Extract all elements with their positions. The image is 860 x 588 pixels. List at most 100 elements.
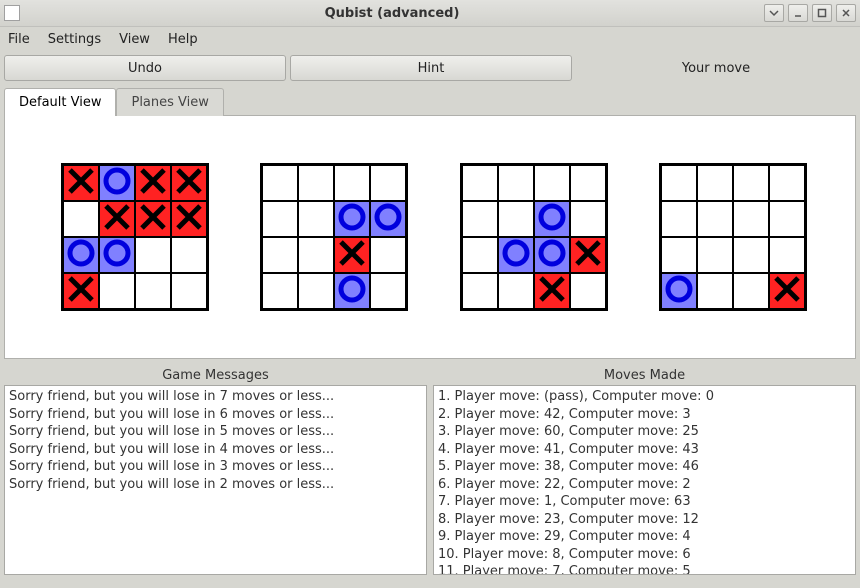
cell-0-0-2[interactable] xyxy=(135,165,171,201)
cell-2-3-0[interactable] xyxy=(462,273,498,309)
cell-1-1-2[interactable] xyxy=(334,201,370,237)
cell-0-0-0[interactable] xyxy=(63,165,99,201)
cell-3-3-3[interactable] xyxy=(769,273,805,309)
move-row: 10. Player move: 8, Computer move: 6 xyxy=(438,546,851,564)
cell-3-1-3[interactable] xyxy=(769,201,805,237)
cell-1-3-2[interactable] xyxy=(334,273,370,309)
titlebar: Qubist (advanced) xyxy=(0,0,860,27)
cell-3-2-1[interactable] xyxy=(697,237,733,273)
move-row: 11. Player move: 7, Computer move: 5 xyxy=(438,563,851,575)
menu-view[interactable]: View xyxy=(119,32,150,47)
menubar: File Settings View Help xyxy=(0,27,860,52)
cell-3-0-1[interactable] xyxy=(697,165,733,201)
menu-file[interactable]: File xyxy=(8,32,30,47)
cell-1-1-3[interactable] xyxy=(370,201,406,237)
moves-list[interactable]: 1. Player move: (pass), Computer move: 0… xyxy=(433,385,856,575)
cell-2-2-0[interactable] xyxy=(462,237,498,273)
cell-2-1-0[interactable] xyxy=(462,201,498,237)
cell-0-0-3[interactable] xyxy=(171,165,207,201)
move-row: 5. Player move: 38, Computer move: 46 xyxy=(438,458,851,476)
cell-1-2-0[interactable] xyxy=(262,237,298,273)
cell-2-0-1[interactable] xyxy=(498,165,534,201)
cell-1-0-3[interactable] xyxy=(370,165,406,201)
message-row: Sorry friend, but you will lose in 4 mov… xyxy=(9,441,422,459)
window-minimize-icon[interactable] xyxy=(788,4,808,22)
messages-list[interactable]: Sorry friend, but you will lose in 7 mov… xyxy=(4,385,427,575)
cell-0-2-3[interactable] xyxy=(171,237,207,273)
cell-2-1-2[interactable] xyxy=(534,201,570,237)
cell-2-2-2[interactable] xyxy=(534,237,570,273)
cell-3-3-0[interactable] xyxy=(661,273,697,309)
cell-2-3-1[interactable] xyxy=(498,273,534,309)
cell-1-2-2[interactable] xyxy=(334,237,370,273)
menu-help[interactable]: Help xyxy=(168,32,198,47)
messages-panel: Game Messages Sorry friend, but you will… xyxy=(4,365,427,575)
cell-2-3-2[interactable] xyxy=(534,273,570,309)
cell-3-2-0[interactable] xyxy=(661,237,697,273)
moves-title: Moves Made xyxy=(433,365,856,385)
cell-3-0-3[interactable] xyxy=(769,165,805,201)
cell-3-2-3[interactable] xyxy=(769,237,805,273)
tab-planes-view[interactable]: Planes View xyxy=(116,88,223,116)
board-2 xyxy=(460,163,608,311)
message-row: Sorry friend, but you will lose in 3 mov… xyxy=(9,458,422,476)
cell-0-2-0[interactable] xyxy=(63,237,99,273)
message-row: Sorry friend, but you will lose in 2 mov… xyxy=(9,476,422,494)
cell-2-0-0[interactable] xyxy=(462,165,498,201)
cell-2-2-1[interactable] xyxy=(498,237,534,273)
move-row: 1. Player move: (pass), Computer move: 0 xyxy=(438,388,851,406)
cell-1-3-0[interactable] xyxy=(262,273,298,309)
hint-button[interactable]: Hint xyxy=(290,55,572,81)
cell-0-3-2[interactable] xyxy=(135,273,171,309)
window-close-icon[interactable] xyxy=(836,4,856,22)
cell-1-2-3[interactable] xyxy=(370,237,406,273)
cell-2-3-3[interactable] xyxy=(570,273,606,309)
cell-0-3-3[interactable] xyxy=(171,273,207,309)
cell-1-0-0[interactable] xyxy=(262,165,298,201)
move-row: 2. Player move: 42, Computer move: 3 xyxy=(438,406,851,424)
undo-button[interactable]: Undo xyxy=(4,55,286,81)
cell-3-1-0[interactable] xyxy=(661,201,697,237)
move-row: 6. Player move: 22, Computer move: 2 xyxy=(438,476,851,494)
tabs: Default View Planes View xyxy=(0,87,860,115)
move-row: 9. Player move: 29, Computer move: 4 xyxy=(438,528,851,546)
cell-2-0-2[interactable] xyxy=(534,165,570,201)
cell-2-1-3[interactable] xyxy=(570,201,606,237)
cell-0-1-0[interactable] xyxy=(63,201,99,237)
tab-default-view[interactable]: Default View xyxy=(4,88,116,116)
cell-1-0-1[interactable] xyxy=(298,165,334,201)
menu-settings[interactable]: Settings xyxy=(48,32,101,47)
cell-0-3-0[interactable] xyxy=(63,273,99,309)
cell-1-1-0[interactable] xyxy=(262,201,298,237)
cell-3-0-0[interactable] xyxy=(661,165,697,201)
cell-1-0-2[interactable] xyxy=(334,165,370,201)
cell-3-2-2[interactable] xyxy=(733,237,769,273)
window-down-icon[interactable] xyxy=(764,4,784,22)
moves-panel: Moves Made 1. Player move: (pass), Compu… xyxy=(433,365,856,575)
board-0 xyxy=(61,163,209,311)
cell-3-0-2[interactable] xyxy=(733,165,769,201)
cell-0-0-1[interactable] xyxy=(99,165,135,201)
cell-2-2-3[interactable] xyxy=(570,237,606,273)
cell-3-1-1[interactable] xyxy=(697,201,733,237)
cell-1-2-1[interactable] xyxy=(298,237,334,273)
messages-title: Game Messages xyxy=(4,365,427,385)
cell-3-1-2[interactable] xyxy=(733,201,769,237)
cell-3-3-1[interactable] xyxy=(697,273,733,309)
message-row: Sorry friend, but you will lose in 6 mov… xyxy=(9,406,422,424)
cell-0-2-1[interactable] xyxy=(99,237,135,273)
cell-0-1-3[interactable] xyxy=(171,201,207,237)
cell-0-1-1[interactable] xyxy=(99,201,135,237)
cell-3-3-2[interactable] xyxy=(733,273,769,309)
cell-2-0-3[interactable] xyxy=(570,165,606,201)
cell-1-3-1[interactable] xyxy=(298,273,334,309)
cell-0-1-2[interactable] xyxy=(135,201,171,237)
window-title: Qubist (advanced) xyxy=(26,6,758,21)
cell-0-3-1[interactable] xyxy=(99,273,135,309)
move-row: 3. Player move: 60, Computer move: 25 xyxy=(438,423,851,441)
cell-2-1-1[interactable] xyxy=(498,201,534,237)
window-maximize-icon[interactable] xyxy=(812,4,832,22)
cell-1-3-3[interactable] xyxy=(370,273,406,309)
cell-0-2-2[interactable] xyxy=(135,237,171,273)
cell-1-1-1[interactable] xyxy=(298,201,334,237)
